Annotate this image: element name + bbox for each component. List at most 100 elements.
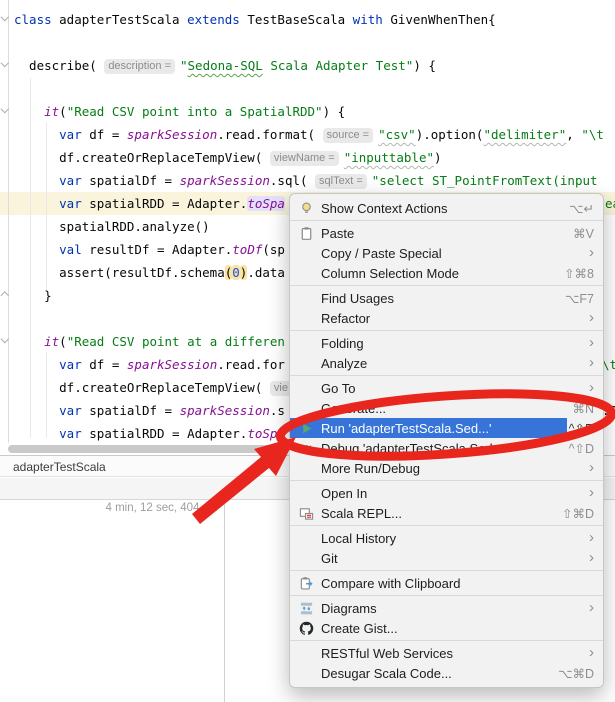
- menu-item-run-adaptertestscala-sed[interactable]: Run 'adapterTestScala.Sed...'^⇧R: [290, 418, 603, 438]
- menu-item-label: RESTful Web Services: [321, 646, 581, 661]
- menu-item-scala-repl[interactable]: Scala REPL... ⇧⌘D: [290, 503, 603, 523]
- code-line: var spatialRDD = Adapter.toSpa: [14, 192, 285, 215]
- menu-item-label: Paste: [321, 226, 565, 241]
- code-line: var spatialDf = sparkSession.s: [14, 399, 285, 422]
- diagrams-icon: [298, 600, 315, 616]
- menu-item-more-run-debug[interactable]: More Run/Debug ›: [290, 458, 603, 478]
- icon-spacer: [298, 335, 315, 351]
- icon-spacer: [298, 355, 315, 371]
- menu-item-label: Diagrams: [321, 601, 581, 616]
- menu-item-label: Show Context Actions: [321, 201, 561, 216]
- menu-item-find-usages[interactable]: Find Usages⌥F7: [290, 288, 603, 308]
- menu-item-label: Column Selection Mode: [321, 266, 556, 281]
- menu-item-refactor[interactable]: Refactor ›: [290, 308, 603, 328]
- icon-spacer: [298, 290, 315, 306]
- menu-separator: [290, 595, 603, 596]
- fold-down-icon[interactable]: [1, 336, 8, 343]
- menu-separator: [290, 570, 603, 571]
- fold-down-icon[interactable]: [1, 106, 8, 113]
- menu-item-label: Refactor: [321, 311, 581, 326]
- icon-spacer: [298, 485, 315, 501]
- menu-item-label: Git: [321, 551, 581, 566]
- code-line: }: [14, 284, 52, 307]
- bulb-icon: [298, 200, 315, 216]
- menu-shortcut: ⇧⌘D: [562, 506, 594, 521]
- menu-item-go-to[interactable]: Go To ›: [290, 378, 603, 398]
- menu-separator: [290, 330, 603, 331]
- paste-icon: [298, 225, 315, 241]
- menu-item-show-context-actions[interactable]: Show Context Actions⌥↵: [290, 198, 603, 218]
- menu-item-label: Folding: [321, 336, 581, 351]
- menu-item-debug-adaptertestscala-sed[interactable]: Debug 'adapterTestScala.Sed...' ^⇧D: [290, 438, 603, 458]
- menu-shortcut: ⌘N: [572, 401, 594, 416]
- submenu-arrow-icon: ›: [589, 461, 594, 475]
- panel-divider[interactable]: [224, 500, 225, 702]
- test-duration-text: 4 min, 12 sec, 404 ms: [0, 502, 218, 514]
- gutter-divider: [8, 0, 9, 443]
- repl-icon: [298, 505, 315, 521]
- fold-up-icon[interactable]: [1, 290, 8, 297]
- submenu-arrow-icon: ›: [589, 336, 594, 350]
- menu-separator: [290, 480, 603, 481]
- menu-separator: [290, 220, 603, 221]
- menu-item-label: Local History: [321, 531, 581, 546]
- menu-item-label: Debug 'adapterTestScala.Sed...': [321, 441, 561, 456]
- menu-item-create-gist[interactable]: Create Gist...: [290, 618, 603, 638]
- code-line: df.createOrReplaceTempView( vie: [14, 376, 297, 399]
- menu-item-generate[interactable]: Generate...⌘N: [290, 398, 603, 418]
- fold-down-icon[interactable]: [1, 60, 8, 67]
- menu-item-label: Create Gist...: [321, 621, 594, 636]
- code-line: var df = sparkSession.read.format( sourc…: [14, 123, 604, 146]
- menu-item-folding[interactable]: Folding ›: [290, 333, 603, 353]
- menu-item-label: Find Usages: [321, 291, 557, 306]
- menu-separator: [290, 525, 603, 526]
- fold-down-icon[interactable]: [1, 14, 8, 21]
- submenu-arrow-icon: ›: [589, 311, 594, 325]
- menu-item-desugar-scala-code[interactable]: Desugar Scala Code...⌥⌘D: [290, 663, 603, 683]
- submenu-arrow-icon: ›: [589, 486, 594, 500]
- menu-item-restful-web-services[interactable]: RESTful Web Services›: [290, 643, 603, 663]
- menu-item-label: Copy / Paste Special: [321, 246, 581, 261]
- menu-shortcut: ⌘V: [573, 226, 594, 241]
- code-line: assert(resultDf.schema(0).data: [14, 261, 285, 284]
- icon-spacer: [298, 460, 315, 476]
- icon-spacer: [298, 530, 315, 546]
- menu-item-label: Compare with Clipboard: [321, 576, 594, 591]
- code-line: var spatialDf = sparkSession.sql( sqlTex…: [14, 169, 598, 192]
- menu-item-label: More Run/Debug: [321, 461, 581, 476]
- menu-separator: [290, 285, 603, 286]
- menu-item-diagrams[interactable]: Diagrams ›: [290, 598, 603, 618]
- icon-spacer: [298, 550, 315, 566]
- code-line: var spatialRDD = Adapter.toSpa: [14, 422, 285, 443]
- icon-spacer: [298, 245, 315, 261]
- compare-icon: [298, 575, 315, 591]
- menu-shortcut: ^⇧R: [569, 421, 594, 436]
- menu-item-paste[interactable]: Paste ⌘V: [290, 223, 603, 243]
- code-line: describe( description ="Sedona-SQL Scala…: [14, 54, 436, 77]
- menu-item-git[interactable]: Git ›: [290, 548, 603, 568]
- menu-item-local-history[interactable]: Local History›: [290, 528, 603, 548]
- menu-item-label: Scala REPL...: [321, 506, 554, 521]
- menu-item-analyze[interactable]: Analyze›: [290, 353, 603, 373]
- run-panel-tab-label: adapterTestScala: [13, 460, 106, 474]
- menu-item-label: Go To: [321, 381, 581, 396]
- code-line: spatialRDD.analyze(): [14, 215, 210, 238]
- code-line: class adapterTestScala extends TestBaseS…: [14, 8, 496, 31]
- menu-shortcut: ^⇧D: [569, 441, 594, 456]
- code-line: var df = sparkSession.read.for: [14, 353, 285, 376]
- menu-item-label: Analyze: [321, 356, 581, 371]
- submenu-arrow-icon: ›: [589, 381, 594, 395]
- icon-spacer: [298, 665, 315, 681]
- submenu-arrow-icon: ›: [589, 551, 594, 565]
- menu-item-compare-with-clipboard[interactable]: Compare with Clipboard: [290, 573, 603, 593]
- menu-separator: [290, 375, 603, 376]
- menu-item-copy-paste-special[interactable]: Copy / Paste Special ›: [290, 243, 603, 263]
- submenu-arrow-icon: ›: [589, 246, 594, 260]
- menu-item-column-selection-mode[interactable]: Column Selection Mode⇧⌘8: [290, 263, 603, 283]
- menu-item-open-in[interactable]: Open In›: [290, 483, 603, 503]
- code-fragment: ea: [605, 192, 615, 215]
- code-line: it("Read CSV point at a differen: [14, 330, 285, 353]
- submenu-arrow-icon: ›: [589, 601, 594, 615]
- scrollbar-thumb[interactable]: [8, 445, 282, 453]
- menu-separator: [290, 640, 603, 641]
